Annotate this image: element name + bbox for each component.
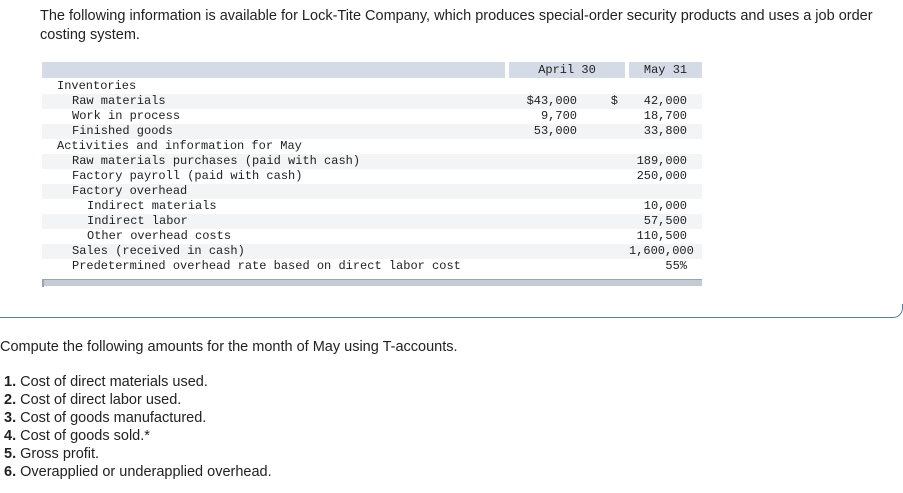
col-may-header: May 31 [643,63,688,77]
april-value: 53,000 [533,124,577,138]
task-number: 3. [4,410,17,426]
task-number: 6. [4,464,17,480]
table-row: Predetermined overhead rate based on dir… [42,259,702,274]
row-label: Factory overhead [72,184,188,198]
may-value: 10,000 [643,199,687,213]
row-label: Indirect materials [87,199,217,213]
april-value: 9,700 [540,109,577,123]
table-row: Factory overhead [42,184,702,199]
row-label: Finished goods [72,124,173,138]
row-label: Predetermined overhead rate based on dir… [72,259,461,273]
row-label: Raw materials [72,94,166,108]
table-row: Other overhead costs 110,500 [42,229,702,244]
may-value: 18,700 [643,109,687,123]
table-row: Factory payroll (paid with cash) 250,000 [42,169,702,184]
row-label: Work in process [72,109,181,123]
table-row: Work in process 9,700 18,700 [42,109,702,124]
task-item: 4. Cost of goods sold.* [4,427,272,445]
task-item: 5. Gross profit. [4,445,272,463]
may-value: 33,800 [643,124,687,138]
task-item: 2. Cost of direct labor used. [4,391,272,409]
table-row: Indirect labor 57,500 [42,214,702,229]
section-divider [0,304,903,318]
table-row: Raw materials $43,000 $42,000 [42,94,702,109]
task-number: 5. [4,446,17,462]
table-row: Inventories [42,79,702,94]
april-value: $43,000 [526,94,577,108]
task-text: Overapplied or underapplied overhead. [20,464,272,480]
table-bottom-edge [42,279,44,287]
table-bottom-bar [42,279,702,286]
task-text: Cost of goods sold.* [20,428,150,444]
may-value: 42,000 [643,94,687,108]
task-text: Cost of direct labor used. [20,392,182,408]
task-number: 1. [4,374,17,390]
task-item: 1. Cost of direct materials used. [4,373,272,391]
table-row: Indirect materials 10,000 [42,199,702,214]
task-number: 4. [4,428,17,444]
intro-text: The following information is available f… [40,8,873,43]
may-value: 110,500 [636,229,687,243]
row-label: Sales (received in cash) [72,244,245,258]
table-row: Activities and information for May [42,139,702,154]
row-label: Raw materials purchases (paid with cash) [72,154,361,168]
col-april-header: April 30 [538,63,596,77]
may-value: 250,000 [636,169,687,183]
may-value: 1,600,000 [629,244,694,258]
task-text: Gross profit. [20,446,100,462]
task-list: 1. Cost of direct materials used. 2. Cost… [4,373,272,481]
table-row: Raw materials purchases (paid with cash)… [42,154,702,169]
task-number: 2. [4,392,17,408]
row-label: Other overhead costs [87,229,232,243]
may-value: 57,500 [643,214,687,228]
dollar-sign: $ [610,94,618,108]
task-item: 6. Overapplied or underapplied overhead. [4,463,272,481]
may-value: 189,000 [636,154,687,168]
task-text: Cost of goods manufactured. [20,410,207,426]
question-text: Compute the following amounts for the mo… [0,339,458,355]
header-label-cell [42,62,505,78]
task-text: Cost of direct materials used. [20,374,208,390]
may-value: 55% [665,259,687,273]
table-row: Sales (received in cash) 1,600,000 [42,244,702,259]
table-row: Finished goods 53,000 33,800 [42,124,702,139]
row-label: Indirect labor [87,214,188,228]
row-label: Inventories [57,79,137,93]
row-label: Factory payroll (paid with cash) [72,169,303,183]
row-label: Activities and information for May [57,139,302,153]
task-item: 3. Cost of goods manufactured. [4,409,272,427]
